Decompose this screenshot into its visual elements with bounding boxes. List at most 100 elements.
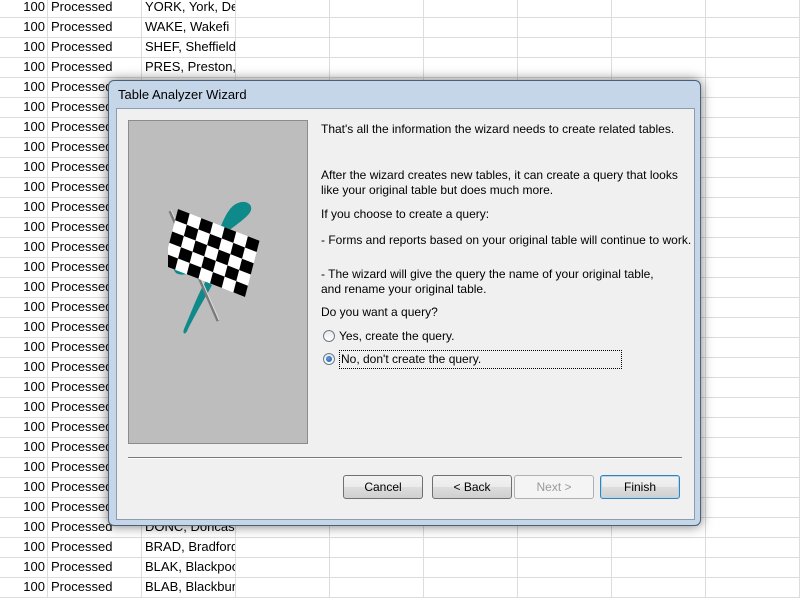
- cell-count[interactable]: 100: [0, 157, 48, 177]
- cancel-button[interactable]: Cancel: [343, 475, 423, 499]
- cell-empty[interactable]: [706, 37, 800, 57]
- cell-empty[interactable]: [236, 37, 330, 57]
- cell-empty[interactable]: [706, 217, 800, 237]
- cell-count[interactable]: 100: [0, 0, 48, 17]
- radio-label-yes[interactable]: Yes, create the query.: [339, 329, 454, 343]
- cell-empty[interactable]: [706, 417, 800, 437]
- cell-empty[interactable]: [706, 557, 800, 577]
- cell-count[interactable]: 100: [0, 277, 48, 297]
- cell-empty[interactable]: [330, 57, 424, 77]
- cell-count[interactable]: 100: [0, 317, 48, 337]
- cell-empty[interactable]: [706, 377, 800, 397]
- cell-empty[interactable]: [706, 57, 800, 77]
- cell-empty[interactable]: [612, 0, 706, 17]
- cell-empty[interactable]: [706, 117, 800, 137]
- cell-location[interactable]: BLAB, Blackbur: [142, 577, 236, 597]
- cell-empty[interactable]: [706, 297, 800, 317]
- cell-empty[interactable]: [518, 17, 612, 37]
- cell-empty[interactable]: [612, 577, 706, 597]
- cell-location[interactable]: SHEF, Sheffield: [142, 37, 236, 57]
- cell-location[interactable]: BRAD, Bradford: [142, 537, 236, 557]
- cell-count[interactable]: 100: [0, 177, 48, 197]
- cell-empty[interactable]: [236, 557, 330, 577]
- cell-empty[interactable]: [706, 77, 800, 97]
- cell-status[interactable]: Processed: [48, 577, 142, 597]
- cell-empty[interactable]: [518, 537, 612, 557]
- cell-empty[interactable]: [706, 277, 800, 297]
- cell-count[interactable]: 100: [0, 17, 48, 37]
- cell-location[interactable]: WAKE, Wakefi: [142, 17, 236, 37]
- cell-count[interactable]: 100: [0, 417, 48, 437]
- cell-empty[interactable]: [330, 0, 424, 17]
- cell-count[interactable]: 100: [0, 497, 48, 517]
- cell-count[interactable]: 100: [0, 137, 48, 157]
- cell-empty[interactable]: [236, 0, 330, 17]
- cell-empty[interactable]: [424, 0, 518, 17]
- cell-empty[interactable]: [330, 17, 424, 37]
- cell-count[interactable]: 100: [0, 457, 48, 477]
- next-button[interactable]: Next >: [514, 475, 594, 499]
- cell-count[interactable]: 100: [0, 57, 48, 77]
- cell-empty[interactable]: [330, 577, 424, 597]
- cell-status[interactable]: Processed: [48, 17, 142, 37]
- cell-status[interactable]: Processed: [48, 0, 142, 17]
- radio-yes-create-query[interactable]: Yes, create the query.: [323, 327, 454, 345]
- cell-empty[interactable]: [424, 557, 518, 577]
- cell-status[interactable]: Processed: [48, 537, 142, 557]
- cell-count[interactable]: 100: [0, 117, 48, 137]
- cell-empty[interactable]: [706, 157, 800, 177]
- cell-count[interactable]: 100: [0, 237, 48, 257]
- cell-count[interactable]: 100: [0, 257, 48, 277]
- cell-empty[interactable]: [236, 537, 330, 557]
- cell-empty[interactable]: [612, 37, 706, 57]
- finish-button[interactable]: Finish: [600, 475, 680, 499]
- cell-count[interactable]: 100: [0, 577, 48, 597]
- cell-empty[interactable]: [612, 557, 706, 577]
- cell-empty[interactable]: [236, 17, 330, 37]
- radio-no-create-query[interactable]: No, don't create the query.: [323, 349, 623, 369]
- cell-empty[interactable]: [706, 577, 800, 597]
- cell-empty[interactable]: [518, 0, 612, 17]
- cell-count[interactable]: 100: [0, 377, 48, 397]
- cell-empty[interactable]: [424, 537, 518, 557]
- radio-button-no[interactable]: [323, 353, 335, 365]
- cell-empty[interactable]: [706, 457, 800, 477]
- radio-label-no[interactable]: No, don't create the query.: [339, 349, 623, 369]
- cell-empty[interactable]: [706, 477, 800, 497]
- cell-empty[interactable]: [424, 57, 518, 77]
- cell-empty[interactable]: [612, 57, 706, 77]
- cell-empty[interactable]: [706, 397, 800, 417]
- cell-empty[interactable]: [424, 37, 518, 57]
- cell-empty[interactable]: [424, 17, 518, 37]
- cell-count[interactable]: 100: [0, 297, 48, 317]
- back-button[interactable]: < Back: [432, 475, 512, 499]
- cell-empty[interactable]: [706, 137, 800, 157]
- cell-empty[interactable]: [706, 0, 800, 17]
- cell-count[interactable]: 100: [0, 337, 48, 357]
- cell-empty[interactable]: [706, 317, 800, 337]
- cell-empty[interactable]: [612, 537, 706, 557]
- cell-empty[interactable]: [706, 17, 800, 37]
- cell-empty[interactable]: [706, 357, 800, 377]
- cell-count[interactable]: 100: [0, 97, 48, 117]
- cell-count[interactable]: 100: [0, 217, 48, 237]
- cell-status[interactable]: Processed: [48, 37, 142, 57]
- cell-empty[interactable]: [706, 237, 800, 257]
- cell-empty[interactable]: [518, 57, 612, 77]
- cell-empty[interactable]: [706, 177, 800, 197]
- cell-count[interactable]: 100: [0, 357, 48, 377]
- cell-count[interactable]: 100: [0, 537, 48, 557]
- cell-status[interactable]: Processed: [48, 57, 142, 77]
- cell-empty[interactable]: [518, 37, 612, 57]
- cell-empty[interactable]: [706, 337, 800, 357]
- cell-empty[interactable]: [330, 537, 424, 557]
- cell-count[interactable]: 100: [0, 557, 48, 577]
- cell-empty[interactable]: [236, 57, 330, 77]
- cell-count[interactable]: 100: [0, 77, 48, 97]
- title-bar[interactable]: Table Analyzer Wizard: [109, 81, 700, 107]
- cell-empty[interactable]: [612, 17, 706, 37]
- cell-location[interactable]: YORK, York, De: [142, 0, 236, 17]
- cell-empty[interactable]: [706, 437, 800, 457]
- cell-location[interactable]: BLAK, Blackpoo: [142, 557, 236, 577]
- cell-empty[interactable]: [706, 517, 800, 537]
